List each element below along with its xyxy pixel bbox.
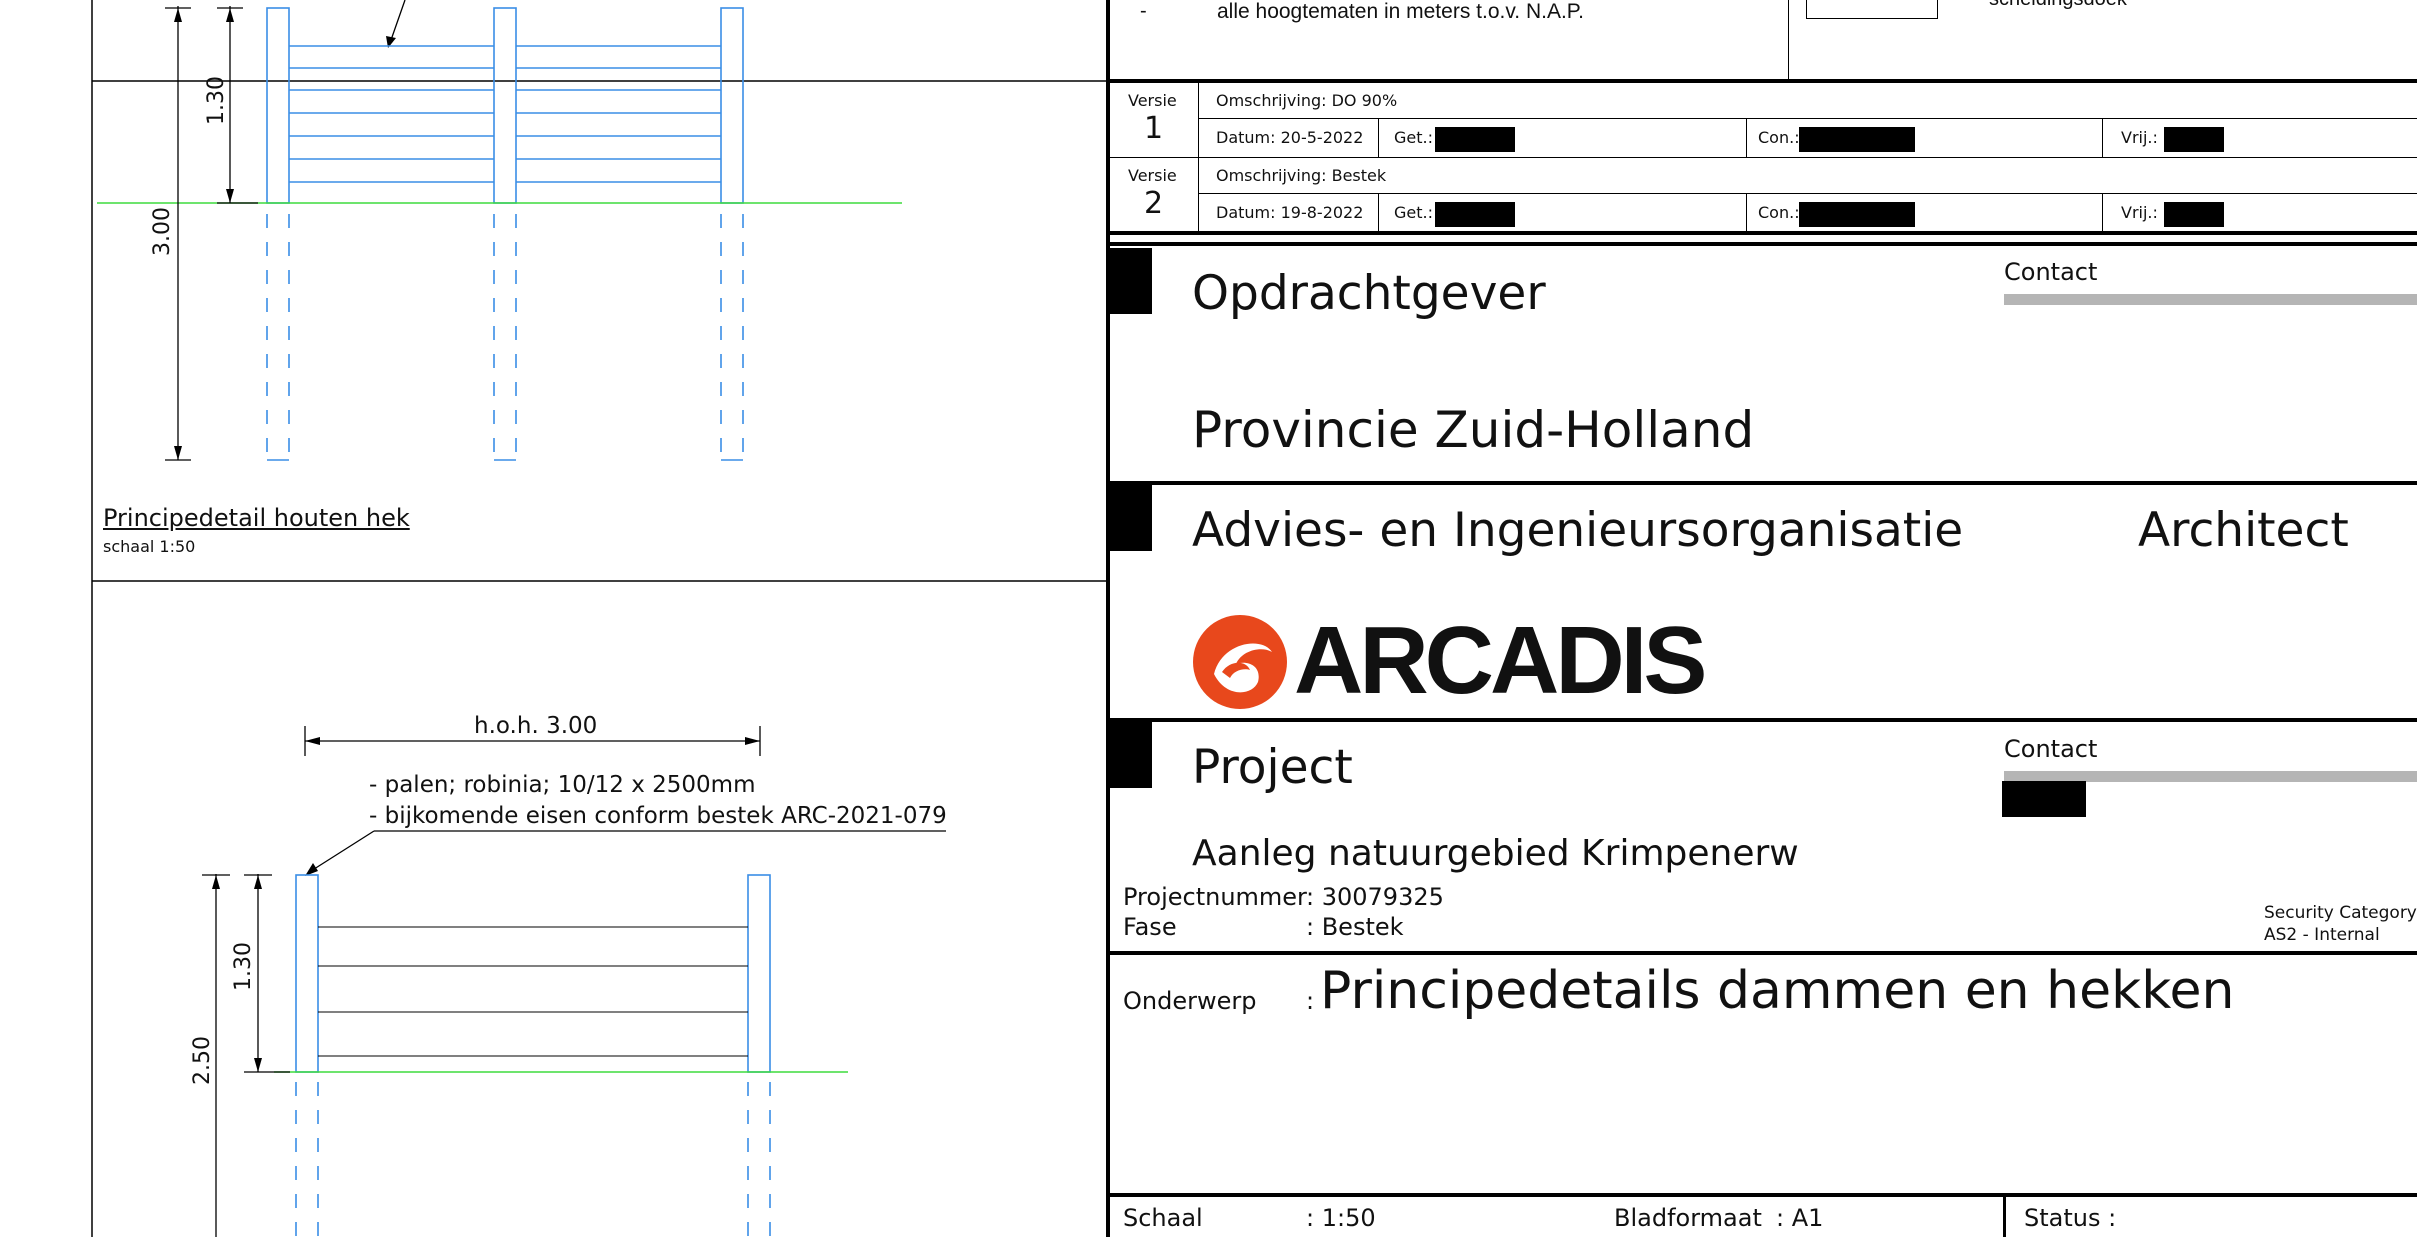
footer-status-label: Status : xyxy=(2024,1204,2117,1232)
version-1-date: Datum: 20-5-2022 xyxy=(1216,128,1364,147)
security-category-line1: Security Category: xyxy=(2264,903,2417,923)
detail1-scale: schaal 1:50 xyxy=(103,537,196,556)
version-1-drawn-label: Get.: xyxy=(1394,128,1433,147)
project-number-value: : 30079325 xyxy=(1306,883,1444,911)
version-1-number: 1 xyxy=(1144,111,1164,146)
subject-value: Principedetails dammen en hekken xyxy=(1320,961,2235,1021)
detail2-note-line1: - palen; robinia; 10/12 x 2500mm xyxy=(369,772,756,798)
version-2-label: Versie xyxy=(1128,166,1177,185)
project-section-marker xyxy=(1106,722,1152,788)
detail1-dim-total: 3.00 xyxy=(150,207,175,256)
version-1-drawn-redaction xyxy=(1435,127,1515,152)
project-name: Aanleg natuurgebied Krimpenerw xyxy=(1192,833,1799,874)
detail2-dim-total: 2.50 xyxy=(190,1036,215,1085)
detail1-dim-post-height: 1.30 xyxy=(204,76,229,125)
client-contact-label: Contact xyxy=(2004,258,2098,286)
version-2-released-redaction xyxy=(2164,202,2224,227)
version-2-released-label: Vrij.: xyxy=(2121,203,2158,222)
version-1-released-label: Vrij.: xyxy=(2121,128,2158,147)
detail1-title: Principedetail houten hek xyxy=(103,504,410,532)
version-2-drawn-label: Get.: xyxy=(1394,203,1433,222)
version-2-checked-redaction xyxy=(1799,202,1915,227)
footer-scale-label: Schaal xyxy=(1123,1204,1203,1232)
project-contact-label: Contact xyxy=(2004,735,2098,763)
legend-cut-label: scheidingsdoek xyxy=(1989,0,2127,11)
security-category-line2: AS2 - Internal xyxy=(2264,925,2380,945)
footer-format-label: Bladformaat xyxy=(1614,1204,1762,1232)
version-1-checked-label: Con.: xyxy=(1758,128,1800,147)
version-2-date: Datum: 19-8-2022 xyxy=(1216,203,1364,222)
version-1-checked-redaction xyxy=(1799,127,1915,152)
legend-dash: - xyxy=(1140,0,1147,22)
detail2-note-line2: - bijkomende eisen conform bestek ARC-20… xyxy=(369,803,947,829)
client-name: Provincie Zuid-Holland xyxy=(1192,401,1755,459)
consultant-heading: Advies- en Ingenieursorganisatie xyxy=(1192,503,1964,558)
project-contact-redaction xyxy=(2002,781,2086,817)
version-1-description: Omschrijving: DO 90% xyxy=(1216,91,1398,110)
client-section-marker xyxy=(1106,248,1152,314)
detail2-dim-post-height: 1.30 xyxy=(231,942,256,991)
version-2-description: Omschrijving: Bestek xyxy=(1216,166,1387,185)
project-phase-value: : Bestek xyxy=(1306,913,1404,941)
footer-format-value: : A1 xyxy=(1776,1204,1824,1232)
arcadis-logo-text: ARCADIS xyxy=(1294,607,1707,714)
consultant-section-marker xyxy=(1106,485,1152,551)
subject-colon: : xyxy=(1306,987,1315,1015)
architect-label: Architect xyxy=(2138,503,2349,558)
subject-label: Onderwerp xyxy=(1123,987,1257,1015)
arcadis-logo: ARCADIS xyxy=(1192,607,1792,714)
project-number-label: Projectnummer xyxy=(1123,883,1307,911)
version-1-released-redaction xyxy=(2164,127,2224,152)
detail2-dim-spacing: h.o.h. 3.00 xyxy=(474,713,598,739)
version-table: Versie 1 Omschrijving: DO 90% Datum: 20-… xyxy=(1106,83,2417,233)
legend-swatch xyxy=(1806,0,1938,19)
version-1-label: Versie xyxy=(1128,91,1177,110)
version-2-checked-label: Con.: xyxy=(1758,203,1800,222)
legend-divider xyxy=(1788,0,1789,79)
version-2-number: 2 xyxy=(1144,186,1164,221)
project-phase-label: Fase xyxy=(1123,913,1177,941)
project-heading: Project xyxy=(1192,740,1353,795)
drawing-area: 1.30 3.00 Principedetail houten hek scha… xyxy=(0,0,1108,1237)
version-2-drawn-redaction xyxy=(1435,202,1515,227)
detail1-fence xyxy=(97,0,902,461)
legend-note: alle hoogtematen in meters t.o.v. N.A.P. xyxy=(1217,0,1584,23)
footer-scale-value: : 1:50 xyxy=(1306,1204,1376,1232)
title-block: - alle hoogtematen in meters t.o.v. N.A.… xyxy=(1106,0,2417,1237)
client-contact-bar xyxy=(2004,294,2417,305)
client-heading: Opdrachtgever xyxy=(1192,266,1546,321)
